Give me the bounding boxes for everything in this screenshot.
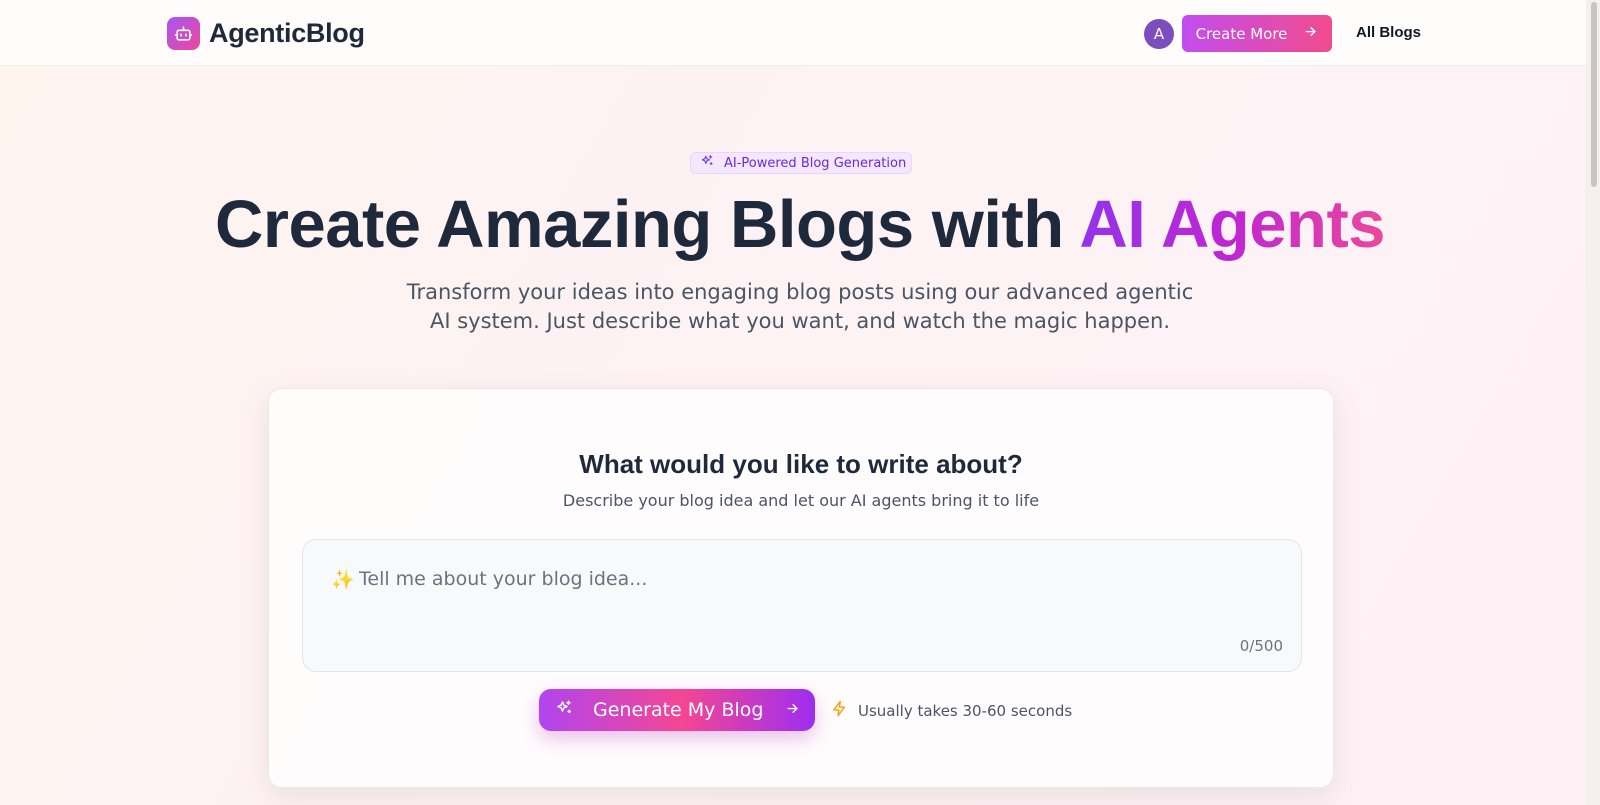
- sparkles-icon: [700, 154, 714, 172]
- sparkles-icon: [555, 699, 573, 722]
- hero-title: Create Amazing Blogs with AI Agents: [0, 186, 1600, 263]
- badge-text: AI-Powered Blog Generation: [724, 155, 907, 171]
- blog-composer-card: What would you like to write about? Desc…: [268, 388, 1334, 788]
- lightning-icon: [831, 700, 848, 721]
- eta-text: Usually takes 30-60 seconds: [858, 701, 1073, 720]
- char-counter: 0/500: [1239, 637, 1283, 655]
- prompt-container[interactable]: ✨ 0/500: [302, 539, 1302, 672]
- hero-subtitle: Transform your ideas into engaging blog …: [380, 278, 1220, 336]
- composer-subtitle: Describe your blog idea and let our AI a…: [562, 491, 1040, 510]
- sparkles-icon: ✨: [331, 569, 355, 591]
- user-avatar[interactable]: A: [1144, 19, 1174, 49]
- ai-badge: AI-Powered Blog Generation: [690, 152, 912, 174]
- all-blogs-link[interactable]: All Blogs: [1356, 24, 1421, 41]
- arrow-right-icon: [785, 699, 800, 721]
- create-more-button[interactable]: Create More: [1182, 15, 1332, 52]
- blog-idea-input[interactable]: [359, 562, 1259, 596]
- eta-note: Usually takes 30-60 seconds: [831, 700, 1072, 721]
- hero-subtitle-line: AI system. Just describe what you want, …: [429, 309, 1171, 333]
- page-scrollbar[interactable]: [1586, 0, 1600, 805]
- brand-name: AgenticBlog: [209, 18, 365, 48]
- hero-subtitle-line: Transform your ideas into engaging blog …: [406, 280, 1194, 304]
- hero-title-main: Create Amazing Blogs with: [214, 187, 1080, 262]
- generate-blog-button[interactable]: Generate My Blog: [539, 689, 815, 731]
- generate-button-label: Generate My Blog: [593, 699, 764, 721]
- brand-link[interactable]: AgenticBlog: [167, 17, 365, 50]
- create-more-label: Create More: [1195, 24, 1288, 43]
- robot-icon: [167, 17, 200, 50]
- scrollbar-thumb[interactable]: [1591, 2, 1597, 187]
- composer-title: What would you like to write about?: [579, 449, 1023, 479]
- top-navbar: AgenticBlog A Create More All Blogs: [0, 0, 1586, 66]
- hero-title-accent: AI Agents: [1079, 187, 1386, 262]
- arrow-right-icon: [1303, 24, 1318, 43]
